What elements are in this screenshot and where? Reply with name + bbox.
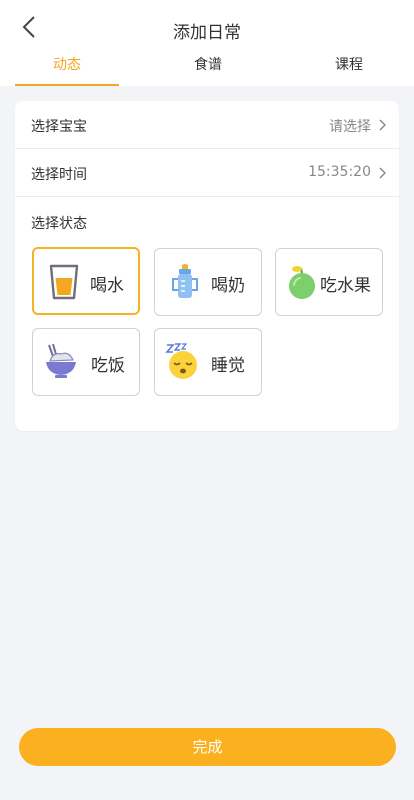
chevron-right-icon bbox=[379, 119, 386, 131]
status-label: 喝水 bbox=[90, 276, 124, 296]
status-drink-water[interactable]: 喝水 bbox=[32, 247, 140, 315]
tab-course-label: 课程 bbox=[335, 57, 363, 73]
apple-icon bbox=[289, 266, 315, 299]
status-eat-meal[interactable]: 吃饭 bbox=[32, 328, 140, 396]
baby-bottle-icon bbox=[172, 264, 198, 298]
status-label: 吃水果 bbox=[320, 276, 371, 296]
select-baby-row[interactable]: 选择宝宝 请选择 bbox=[15, 101, 399, 149]
tab-recipe-label: 食谱 bbox=[194, 57, 222, 73]
select-baby-value: 请选择 bbox=[329, 119, 371, 135]
rice-bowl-icon bbox=[46, 343, 76, 378]
page-title: 添加日常 bbox=[173, 23, 241, 43]
select-time-row[interactable]: 选择时间 15:35:20 bbox=[15, 149, 399, 197]
select-baby-label: 选择宝宝 bbox=[31, 119, 87, 135]
select-time-value: 15:35:20 bbox=[308, 164, 371, 180]
select-time-label: 选择时间 bbox=[31, 167, 87, 183]
tab-dynamic[interactable]: 动态 bbox=[15, 54, 119, 86]
status-eat-fruit[interactable]: 吃水果 bbox=[275, 248, 383, 316]
select-status-label: 选择状态 bbox=[31, 216, 87, 232]
top-bar: 添加日常 动态 食谱 课程 bbox=[0, 0, 414, 86]
done-button[interactable]: 完成 bbox=[19, 728, 396, 766]
status-label: 吃饭 bbox=[91, 356, 125, 376]
chevron-right-icon bbox=[379, 167, 386, 179]
status-drink-milk[interactable]: 喝奶 bbox=[154, 248, 262, 316]
tab-dynamic-label: 动态 bbox=[53, 57, 81, 73]
status-sleep[interactable]: 睡觉 bbox=[154, 328, 262, 396]
tab-bar: 动态 食谱 课程 bbox=[0, 54, 414, 86]
sleeping-face-icon bbox=[165, 343, 197, 379]
tab-active-indicator bbox=[15, 84, 119, 86]
form-card: 选择宝宝 请选择 选择时间 15:35:20 选择状态 喝水 喝奶 吃水果 吃饭… bbox=[15, 101, 399, 431]
water-cup-icon bbox=[49, 264, 79, 300]
tab-recipe[interactable]: 食谱 bbox=[156, 54, 260, 86]
status-label: 睡觉 bbox=[211, 356, 245, 376]
status-label: 喝奶 bbox=[211, 276, 245, 296]
tab-course[interactable]: 课程 bbox=[297, 54, 401, 86]
